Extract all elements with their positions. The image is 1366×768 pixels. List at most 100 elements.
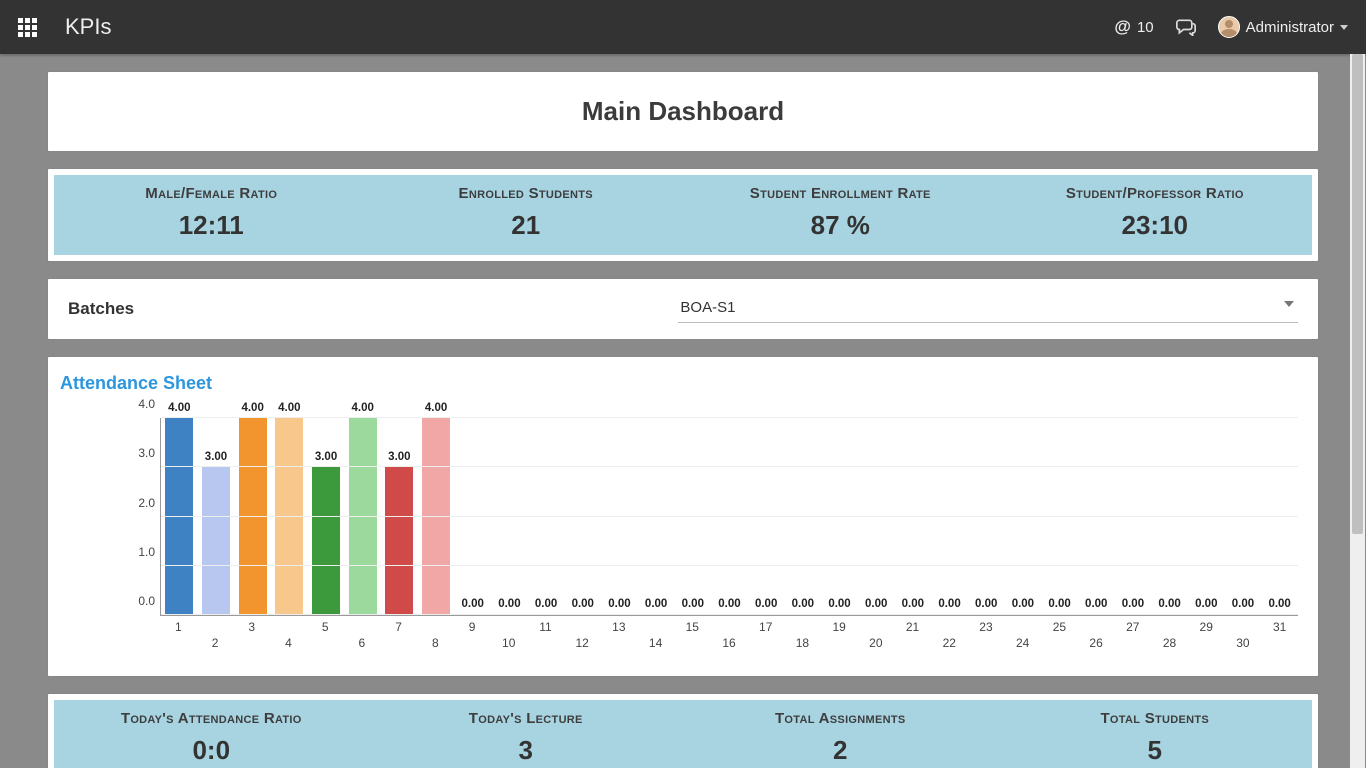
kpi-cell: Total Assignments 2 <box>683 710 998 766</box>
bar-value-label: 3.00 <box>196 451 236 463</box>
bar-value-label: 4.00 <box>416 402 456 414</box>
kpi-value: 2 <box>683 735 998 766</box>
x-tick: 20 <box>869 636 882 650</box>
x-tick: 17 <box>759 620 772 634</box>
nav-left: KPIs <box>18 14 111 40</box>
nav-right: @ 10 Administrator <box>1114 16 1348 38</box>
x-tick: 14 <box>649 636 662 650</box>
kpi-bottom-strip: Today's Attendance Ratio 0:0Today's Lectu… <box>54 700 1312 768</box>
bar-value-label: 0.00 <box>966 598 1006 610</box>
user-label: Administrator <box>1246 19 1334 36</box>
bar-value-label: 4.00 <box>233 402 273 414</box>
x-tick: 28 <box>1163 636 1176 650</box>
x-tick: 16 <box>722 636 735 650</box>
x-tick: 11 <box>539 620 551 634</box>
kpi-cell: Student Enrollment Rate 87 % <box>683 185 998 241</box>
bar-value-label: 0.00 <box>1223 598 1263 610</box>
page-scrollbar[interactable] <box>1350 54 1365 768</box>
x-tick: 29 <box>1200 620 1213 634</box>
app-brand[interactable]: KPIs <box>65 14 111 40</box>
x-tick: 24 <box>1016 636 1029 650</box>
batches-selected-value: BOA-S1 <box>680 299 735 316</box>
scroll-thumb[interactable] <box>1352 54 1363 534</box>
kpi-value: 0:0 <box>54 735 369 766</box>
kpi-cell: Today's Attendance Ratio 0:0 <box>54 710 369 766</box>
y-tick: 4.0 <box>121 397 155 411</box>
kpi-cell: Enrolled Students 21 <box>369 185 684 241</box>
bar-value-label: 0.00 <box>1076 598 1116 610</box>
x-tick: 7 <box>395 620 402 634</box>
chart-bar[interactable]: 4.00 <box>165 418 193 615</box>
x-tick: 12 <box>575 636 588 650</box>
x-tick: 25 <box>1053 620 1066 634</box>
chart-bar[interactable]: 3.00 <box>312 467 340 615</box>
at-icon: @ <box>1114 17 1131 37</box>
x-tick: 31 <box>1273 620 1286 634</box>
x-tick: 30 <box>1236 636 1249 650</box>
notifications-button[interactable]: @ 10 <box>1114 17 1153 37</box>
top-navbar: KPIs @ 10 Administrator <box>0 0 1366 54</box>
bar-value-label: 0.00 <box>599 598 639 610</box>
x-tick: 5 <box>322 620 329 634</box>
kpi-label: Total Assignments <box>683 710 998 727</box>
kpi-value: 23:10 <box>998 210 1313 241</box>
kpi-label: Today's Attendance Ratio <box>54 710 369 727</box>
chevron-down-icon <box>1284 301 1294 307</box>
x-tick: 1 <box>175 620 182 634</box>
y-tick: 0.0 <box>121 594 155 608</box>
bar-value-label: 0.00 <box>709 598 749 610</box>
bar-value-label: 0.00 <box>1003 598 1043 610</box>
bar-value-label: 0.00 <box>783 598 823 610</box>
batches-select[interactable]: BOA-S1 <box>678 295 1298 323</box>
notification-count: 10 <box>1137 19 1154 36</box>
attendance-chart-panel: Attendance Sheet 4.003.004.004.003.004.0… <box>48 357 1318 676</box>
kpi-value: 5 <box>998 735 1313 766</box>
kpi-label: Male/Female Ratio <box>54 185 369 202</box>
bar-value-label: 3.00 <box>379 451 419 463</box>
kpi-value: 87 % <box>683 210 998 241</box>
chart-bar[interactable]: 3.00 <box>385 467 413 615</box>
chart-bar[interactable]: 4.00 <box>349 418 377 615</box>
kpi-cell: Student/Professor Ratio 23:10 <box>998 185 1313 241</box>
bar-value-label: 0.00 <box>526 598 566 610</box>
chart-bar[interactable]: 4.00 <box>239 418 267 615</box>
bar-value-label: 0.00 <box>563 598 603 610</box>
kpi-cell: Total Students5 <box>998 710 1313 766</box>
x-tick: 13 <box>612 620 625 634</box>
apps-grid-icon[interactable] <box>18 18 37 37</box>
kpi-label: Student/Professor Ratio <box>998 185 1313 202</box>
bar-value-label: 0.00 <box>930 598 970 610</box>
chart-plot-area: 4.003.004.004.003.004.003.004.000.000.00… <box>160 418 1298 616</box>
kpi-bottom-panel: Today's Attendance Ratio 0:0Today's Lectu… <box>48 694 1318 768</box>
chart-bar[interactable]: 4.00 <box>275 418 303 615</box>
x-tick: 15 <box>686 620 699 634</box>
kpi-label: Today's Lecture <box>369 710 684 727</box>
chart-bars: 4.003.004.004.003.004.003.004.000.000.00… <box>161 418 1298 615</box>
batches-label: Batches <box>68 299 658 319</box>
x-tick: 9 <box>469 620 476 634</box>
conversations-button[interactable] <box>1176 18 1196 36</box>
chat-icon <box>1176 18 1196 36</box>
x-tick: 18 <box>796 636 809 650</box>
bar-value-label: 0.00 <box>746 598 786 610</box>
bar-value-label: 0.00 <box>1113 598 1153 610</box>
chart-bar[interactable]: 4.00 <box>422 418 450 615</box>
kpi-label: Enrolled Students <box>369 185 684 202</box>
kpi-top-panel: Male/Female Ratio12:11Enrolled Students 2… <box>48 169 1318 261</box>
kpi-top-strip: Male/Female Ratio12:11Enrolled Students 2… <box>54 175 1312 255</box>
bar-value-label: 0.00 <box>893 598 933 610</box>
kpi-cell: Male/Female Ratio12:11 <box>54 185 369 241</box>
chevron-down-icon <box>1340 25 1348 30</box>
avatar-icon <box>1218 16 1240 38</box>
kpi-label: Student Enrollment Rate <box>683 185 998 202</box>
x-tick: 23 <box>979 620 992 634</box>
user-menu[interactable]: Administrator <box>1218 16 1348 38</box>
y-tick: 2.0 <box>121 496 155 510</box>
bar-value-label: 4.00 <box>269 402 309 414</box>
bar-value-label: 0.00 <box>636 598 676 610</box>
chart-bar[interactable]: 3.00 <box>202 467 230 615</box>
bar-value-label: 0.00 <box>856 598 896 610</box>
bar-value-label: 4.00 <box>343 402 383 414</box>
x-tick: 6 <box>359 636 366 650</box>
kpi-value: 21 <box>369 210 684 241</box>
